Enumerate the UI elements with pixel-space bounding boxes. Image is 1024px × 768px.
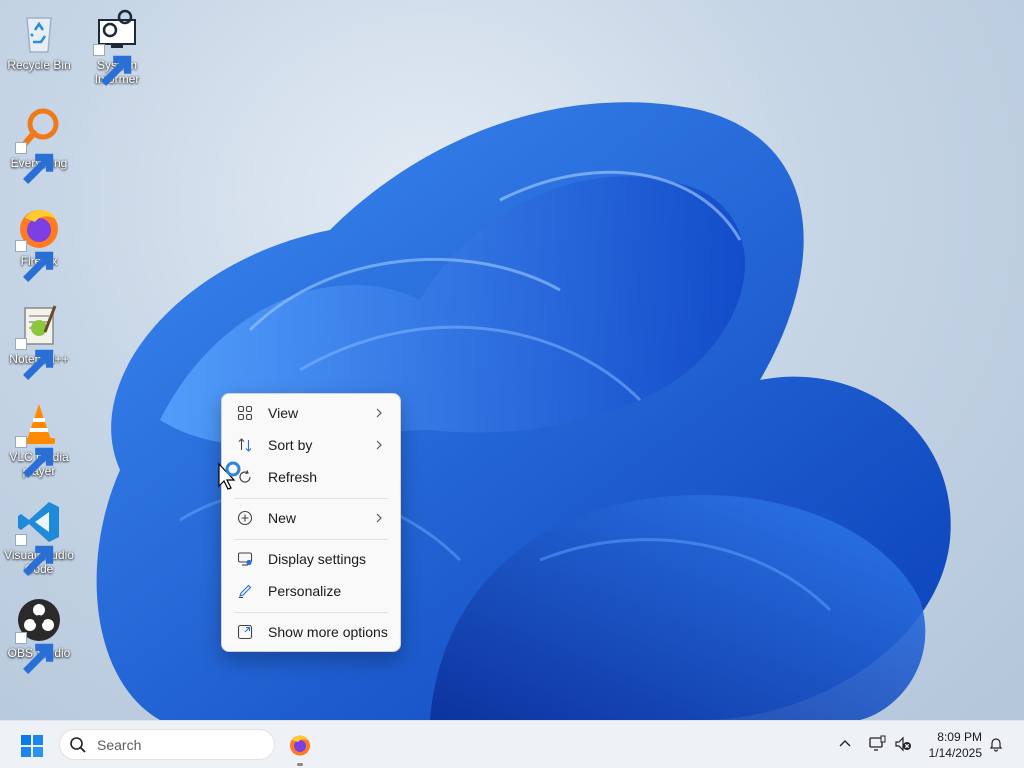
desktop-icon-system-informer[interactable]: System Informer [78, 8, 156, 86]
running-app-indicator [297, 763, 303, 766]
chevron-right-icon [376, 440, 382, 450]
shortcut-arrow-icon [15, 338, 54, 380]
firefox-icon [15, 204, 63, 282]
desktop-icon-vlc[interactable]: VLC media player [0, 400, 78, 478]
busy-cursor-icon [218, 461, 241, 490]
desktop-icon-vscode[interactable]: Visual Studio Code [0, 498, 78, 576]
desktop-icon-label: Recycle Bin [7, 58, 71, 72]
shortcut-arrow-icon [93, 44, 132, 86]
plus-circle-icon [236, 509, 254, 527]
desktop-context-menu: View Sort by Refresh New Display setting… [221, 393, 401, 652]
shortcut-arrow-icon [15, 142, 54, 184]
menu-separator [234, 612, 388, 613]
search-icon [70, 736, 86, 753]
clock-date: 1/14/2025 [928, 746, 982, 760]
vlc-cone-icon [15, 400, 63, 478]
shortcut-arrow-icon [15, 632, 54, 674]
desktop-icon-recycle-bin[interactable]: Recycle Bin [0, 8, 78, 72]
system-clock[interactable]: 8:09 PM 1/14/2025 [920, 729, 982, 761]
clock-time: 8:09 PM [937, 730, 982, 744]
notification-bell-icon[interactable] [988, 736, 1004, 752]
menu-item-label: Display settings [268, 551, 367, 567]
recycle-bin-icon [15, 8, 63, 56]
menu-item-label: Refresh [268, 469, 318, 485]
menu-item-personalize[interactable]: Personalize [226, 576, 396, 606]
taskbar-firefox-icon[interactable] [288, 733, 312, 757]
display-settings-icon [236, 550, 254, 568]
chevron-right-icon [376, 513, 382, 523]
shortcut-arrow-icon [15, 534, 54, 576]
desktop-icon-firefox[interactable]: Firefox [0, 204, 78, 282]
menu-separator [234, 498, 388, 499]
everything-search-icon [15, 106, 63, 184]
chevron-up-icon[interactable] [838, 737, 852, 751]
desktop-icon-everything[interactable]: Everything [0, 106, 78, 184]
menu-item-label: New [268, 510, 297, 526]
menu-item-sort-by[interactable]: Sort by [226, 430, 396, 460]
menu-item-view[interactable]: View [226, 398, 396, 428]
menu-item-label: Show more options [268, 624, 388, 640]
windows-start-icon[interactable] [20, 734, 44, 758]
menu-item-display-settings[interactable]: Display settings [226, 544, 396, 574]
menu-item-label: Sort by [268, 437, 313, 453]
taskbar-search-box[interactable] [59, 729, 275, 760]
chevron-right-icon [376, 408, 382, 418]
desktop-icon-notepad-plus-plus[interactable]: Notepad++ [0, 302, 78, 380]
system-informer-icon [93, 8, 141, 86]
vscode-icon [15, 498, 63, 576]
wallpaper-bloom [96, 102, 951, 720]
share-expand-icon [236, 623, 254, 641]
menu-item-label: Personalize [268, 583, 342, 599]
desktop-icon-obs-studio[interactable]: OBS Studio [0, 596, 78, 674]
menu-item-label: View [268, 405, 299, 421]
grid-view-icon [236, 404, 254, 422]
search-input[interactable] [95, 735, 259, 754]
menu-item-show-more-options[interactable]: Show more options [226, 617, 396, 647]
taskbar: 8:09 PM 1/14/2025 [0, 720, 1024, 768]
menu-item-refresh[interactable]: Refresh [226, 462, 396, 492]
menu-item-new[interactable]: New [226, 503, 396, 533]
menu-separator [234, 539, 388, 540]
network-icon[interactable] [868, 735, 886, 753]
pen-icon [236, 582, 254, 600]
volume-muted-icon[interactable] [894, 735, 912, 753]
shortcut-arrow-icon [15, 436, 54, 478]
obs-studio-icon [15, 596, 63, 674]
notepad-plus-plus-icon [15, 302, 63, 380]
shortcut-arrow-icon [15, 240, 54, 282]
desktop[interactable]: Recycle Bin System Informer Everything F… [0, 0, 1024, 720]
sort-arrows-icon [236, 436, 254, 454]
